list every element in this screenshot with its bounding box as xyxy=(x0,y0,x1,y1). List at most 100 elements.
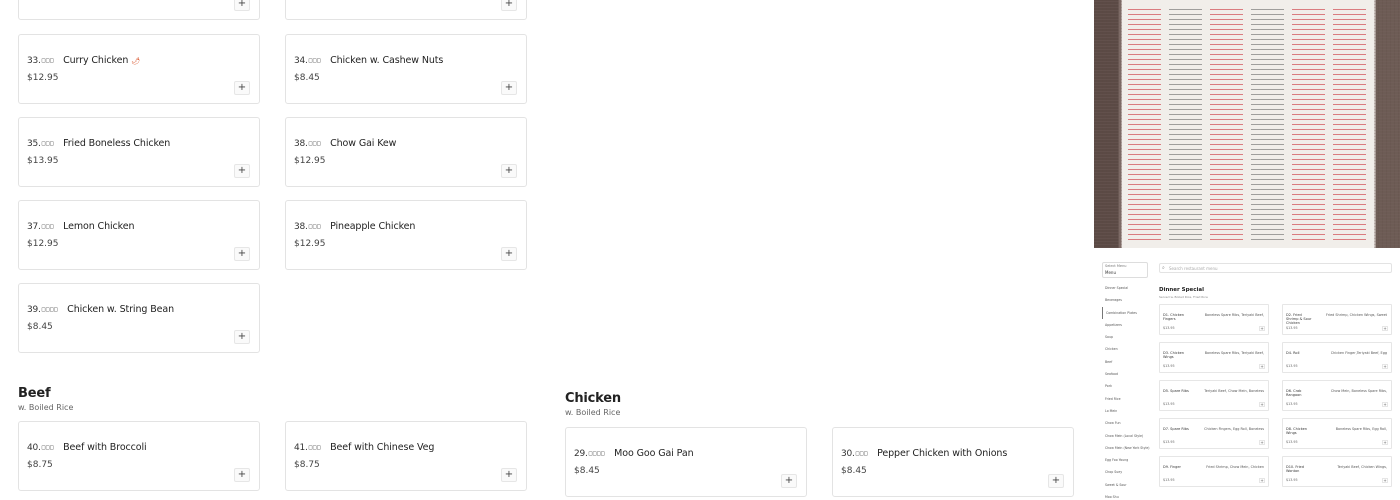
menu-item-card[interactable]: 37. □□□ Lemon Chicken $12.95 + xyxy=(18,200,260,270)
thumbnail-item-card[interactable]: D1. Chicken Fingers Boneless Spare Ribs,… xyxy=(1159,304,1269,335)
thumbnail-item-card[interactable]: D10. Fried Wonton Teriyaki Beef, Chicken… xyxy=(1282,456,1392,487)
nav-item[interactable]: Chow Mein (New York Style) xyxy=(1102,442,1150,454)
nav-item[interactable]: Fried Rice xyxy=(1102,393,1150,405)
nav-item[interactable]: Soup xyxy=(1102,331,1150,343)
add-to-cart-button[interactable]: + xyxy=(1259,440,1265,445)
thumbnail-item-title: D1. Chicken Fingers xyxy=(1163,313,1184,322)
thumbnail-item-desc: Boneless Spare Ribs, Teriyaki Beef, xyxy=(1204,313,1264,317)
add-to-cart-button[interactable]: + xyxy=(234,330,250,344)
add-to-cart-button[interactable]: + xyxy=(1382,326,1388,331)
add-to-cart-button[interactable]: + xyxy=(1048,474,1064,488)
add-to-cart-button[interactable]: + xyxy=(1382,402,1388,407)
thumbnail-item-card[interactable]: D7. Spare Ribs Chicken Fingers, Egg Roll… xyxy=(1159,418,1269,449)
item-price: $8.45 xyxy=(841,466,867,476)
thumbnail-item-card[interactable]: D2. Fried Shrimp & Sour Chicken Fried Sh… xyxy=(1282,304,1392,335)
item-number: 40. xyxy=(27,442,41,453)
thumbnail-item-title: D3. Chicken Wings xyxy=(1163,351,1184,360)
thumbnail-item-card[interactable]: D9. Finger Fried Shrimp, Chow Mein, Chic… xyxy=(1159,456,1269,487)
item-name: Beef with Chinese Veg xyxy=(330,442,435,453)
nav-item[interactable]: Appetizers xyxy=(1102,319,1150,331)
add-to-cart-button[interactable]: + xyxy=(234,164,250,178)
add-to-cart-button[interactable]: + xyxy=(501,164,517,178)
menu-item-card[interactable]: 38. □□□ Chow Gai Kew $12.95 + xyxy=(285,117,527,187)
nav-item[interactable]: Seafood xyxy=(1102,368,1150,380)
thumbnail-item-card[interactable]: D8. Chicken Wings Boneless Spare Ribs, E… xyxy=(1282,418,1392,449)
add-to-cart-button[interactable]: + xyxy=(1259,326,1265,331)
menu-column xyxy=(1333,8,1366,240)
thumbnail-item-card[interactable]: D5. Spare Ribs Teriyaki Beef, Chow Mein,… xyxy=(1159,380,1269,411)
add-to-cart-button[interactable]: + xyxy=(234,0,250,11)
thumbnail-item-desc: Chicken Fingers, Egg Roll, Boneless xyxy=(1204,427,1264,431)
item-chinese-name: □□□ xyxy=(855,450,869,457)
thumbnail-item-desc: Boneless Spare Ribs, Egg Roll, xyxy=(1335,427,1387,431)
menu-item-card[interactable]: 38. □□□ Pineapple Chicken $12.95 + xyxy=(285,200,527,270)
thumbnail-item-desc: Fried Shrimp, Chow Mein, Chicken xyxy=(1206,465,1264,469)
item-price: $8.45 xyxy=(294,73,320,83)
menu-item-card[interactable]: 33. □□□ Curry Chicken 🌶 $12.95 + xyxy=(18,34,260,104)
thumbnail-item-desc: Chicken Finger,Teriyaki Beef, Egg xyxy=(1330,351,1387,355)
menu-item-card[interactable]: 29. □□□□ Moo Goo Gai Pan $8.45 + xyxy=(565,427,807,497)
item-chinese-name: □□□ xyxy=(41,223,55,230)
menu-item-card[interactable]: + xyxy=(18,0,260,20)
item-number: 38. xyxy=(294,138,308,149)
add-to-cart-button[interactable]: + xyxy=(1259,402,1265,407)
add-to-cart-button[interactable]: + xyxy=(501,468,517,482)
nav-item[interactable]: Beverages xyxy=(1102,294,1150,306)
nav-item[interactable]: Chow Mein (Local Style) xyxy=(1102,430,1150,442)
select-menu-value: Menu xyxy=(1105,270,1116,275)
thumbnail-item-price: $13.95 xyxy=(1163,402,1175,406)
menu-item-card[interactable]: 34. □□□ Chicken w. Cashew Nuts $8.45 + xyxy=(285,34,527,104)
thumbnail-item-card[interactable]: D4. Roll Chicken Finger,Teriyaki Beef, E… xyxy=(1282,342,1392,373)
item-price: $13.95 xyxy=(27,156,59,166)
add-to-cart-button[interactable]: + xyxy=(1259,478,1265,483)
add-to-cart-button[interactable]: + xyxy=(1382,364,1388,369)
add-to-cart-button[interactable]: + xyxy=(234,468,250,482)
nav-item[interactable]: Egg Foo Young xyxy=(1102,454,1150,466)
search-input[interactable]: ⌕ Search restaurant menu xyxy=(1159,263,1392,273)
thumbnail-item-desc: Boneless Spare Ribs, Teriyaki Beef, xyxy=(1204,351,1264,355)
thumbnail-item-desc: Teriyaki Beef, Chicken Wings, xyxy=(1337,465,1387,469)
menu-item-card[interactable]: 39. □□□□ Chicken w. String Bean $8.45 + xyxy=(18,283,260,353)
add-to-cart-button[interactable]: + xyxy=(501,247,517,261)
thumbnail-item-card[interactable]: D3. Chicken Wings Boneless Spare Ribs, T… xyxy=(1159,342,1269,373)
nav-item[interactable]: Lo Mein xyxy=(1102,405,1150,417)
menu-item-card[interactable]: 30. □□□ Pepper Chicken with Onions $8.45… xyxy=(832,427,1074,497)
thumbnail-item-desc: Teriyaki Beef, Chow Mein, Boneless xyxy=(1204,389,1264,393)
nav-item[interactable]: Chicken xyxy=(1102,343,1150,355)
nav-item[interactable]: Chop Suey xyxy=(1102,466,1150,478)
item-price: $8.75 xyxy=(294,460,320,470)
add-to-cart-button[interactable]: + xyxy=(501,0,517,11)
section-subtitle-beef: w. Boiled Rice xyxy=(18,403,74,412)
thumbnail-item-card[interactable]: D6. Crab Rangoon Chow Mein, Boneless Spa… xyxy=(1282,380,1392,411)
item-number: 29. xyxy=(574,448,588,459)
add-to-cart-button[interactable]: + xyxy=(1382,478,1388,483)
item-chinese-name: □□□ xyxy=(41,57,55,64)
nav-item[interactable]: Dinner Special xyxy=(1102,282,1150,294)
menu-item-card[interactable]: 41. □□□ Beef with Chinese Veg $8.75 + xyxy=(285,421,527,491)
thumbnail-item-price: $13.95 xyxy=(1163,326,1175,330)
add-to-cart-button[interactable]: + xyxy=(1382,440,1388,445)
item-chinese-name: □□□ xyxy=(308,140,322,147)
thumbnail-item-price: $13.95 xyxy=(1286,478,1298,482)
nav-item[interactable]: Chow Fun xyxy=(1102,417,1150,429)
add-to-cart-button[interactable]: + xyxy=(501,81,517,95)
add-to-cart-button[interactable]: + xyxy=(781,474,797,488)
add-to-cart-button[interactable]: + xyxy=(1259,364,1265,369)
select-menu-dropdown[interactable]: Select Menu Menu xyxy=(1102,262,1148,278)
search-icon: ⌕ xyxy=(1162,265,1165,271)
menu-item-card[interactable]: 35. □□□ Fried Boneless Chicken $13.95 + xyxy=(18,117,260,187)
nav-item[interactable]: Moo Shu xyxy=(1102,491,1150,500)
item-price: $8.45 xyxy=(27,322,53,332)
nav-item[interactable]: Pork xyxy=(1102,380,1150,392)
menu-thumbnail: Select Menu Menu ⌕ Search restaurant men… xyxy=(1099,257,1396,500)
menu-item-card[interactable]: 40. □□□ Beef with Broccoli $8.75 + xyxy=(18,421,260,491)
add-to-cart-button[interactable]: + xyxy=(234,81,250,95)
menu-item-card[interactable]: + xyxy=(285,0,527,20)
add-to-cart-button[interactable]: + xyxy=(234,247,250,261)
nav-item[interactable]: Beef xyxy=(1102,356,1150,368)
item-price: $12.95 xyxy=(294,156,326,166)
nav-item[interactable]: Sweet & Sour xyxy=(1102,479,1150,491)
nav-item[interactable]: Combination Plates xyxy=(1102,306,1150,319)
thumbnail-item-price: $13.95 xyxy=(1163,440,1175,444)
chili-icon: 🌶 xyxy=(131,56,141,65)
